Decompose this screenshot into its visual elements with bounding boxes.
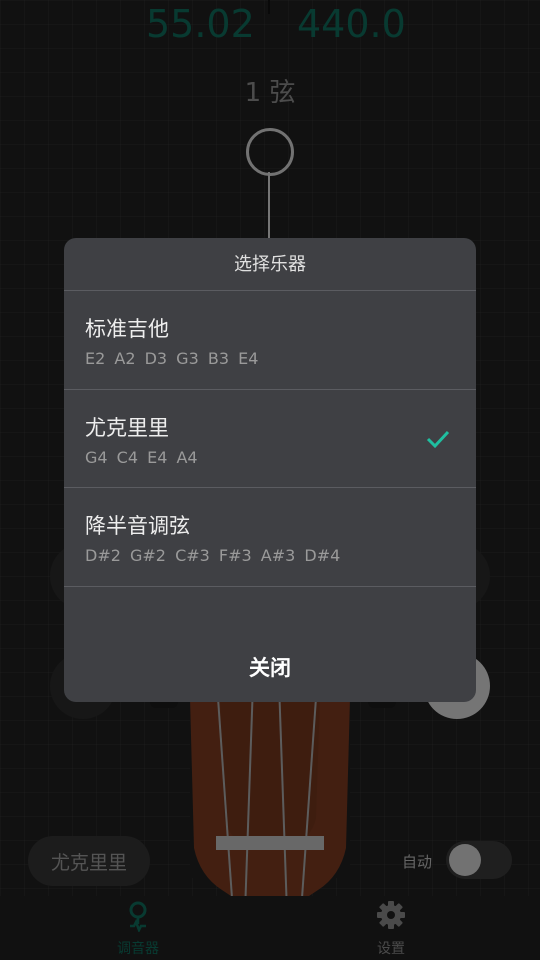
close-button[interactable]: 关闭 xyxy=(64,638,476,698)
instrument-option-ukulele[interactable]: 尤克里里 G4 C4 E4 A4 xyxy=(64,390,476,488)
check-icon xyxy=(426,430,450,449)
dialog-title: 选择乐器 xyxy=(234,254,306,275)
divider xyxy=(64,586,476,587)
option-notes: G4 C4 E4 A4 xyxy=(85,448,198,467)
option-notes: E2 A2 D3 G3 B3 E4 xyxy=(85,349,259,368)
option-name: 降半音调弦 xyxy=(85,514,190,538)
instrument-select-dialog: 选择乐器 标准吉他 E2 A2 D3 G3 B3 E4 尤克里里 G4 C4 E… xyxy=(64,238,476,702)
option-name: 尤克里里 xyxy=(85,416,169,440)
instrument-option-standard-guitar[interactable]: 标准吉他 E2 A2 D3 G3 B3 E4 xyxy=(64,291,476,389)
option-notes: D#2 G#2 C#3 F#3 A#3 D#4 xyxy=(85,546,341,565)
instrument-option-half-step-down[interactable]: 降半音调弦 D#2 G#2 C#3 F#3 A#3 D#4 xyxy=(64,488,476,586)
option-name: 标准吉他 xyxy=(85,317,169,341)
